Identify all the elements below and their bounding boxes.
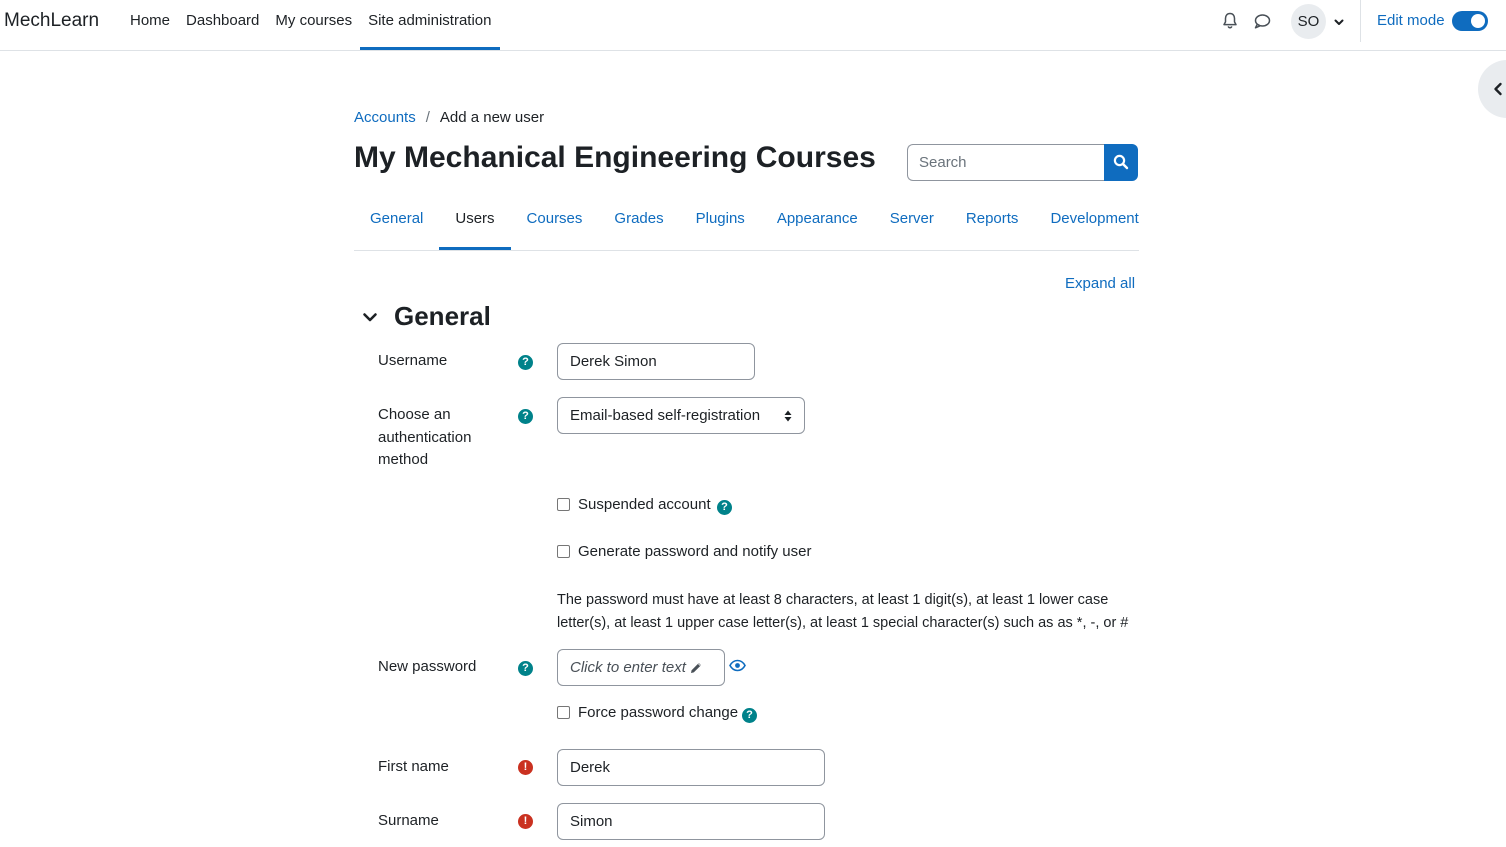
primary-navigation: Home Dashboard My courses Site administr… (122, 0, 500, 50)
edit-mode-label[interactable]: Edit mode (1377, 12, 1445, 29)
page-title: My Mechanical Engineering Courses (354, 141, 876, 174)
pencil-icon (691, 663, 701, 673)
auth-method-select[interactable]: Email-based self-registration (557, 397, 805, 434)
question-circle-icon[interactable]: ? (742, 708, 757, 723)
surname-label: Surname (378, 812, 439, 829)
admin-tabs: General Users Courses Grades Plugins App… (354, 188, 1139, 251)
site-brand[interactable]: MechLearn (4, 10, 99, 32)
question-circle-icon[interactable]: ? (518, 661, 533, 676)
tab-reports[interactable]: Reports (950, 188, 1035, 250)
sort-arrows-icon (784, 410, 792, 422)
block-drawer-toggle[interactable] (1478, 60, 1506, 118)
section-title[interactable]: General (394, 301, 491, 332)
force-password-change-label[interactable]: Force password change (578, 704, 738, 721)
breadcrumb: Accounts / Add a new user (354, 109, 544, 126)
breadcrumb-accounts[interactable]: Accounts (354, 109, 416, 126)
tab-plugins[interactable]: Plugins (680, 188, 761, 250)
bell-icon[interactable] (1220, 11, 1240, 31)
expand-all-link[interactable]: Expand all (1065, 275, 1135, 292)
toggle-knob (1471, 14, 1485, 28)
auth-method-label: Choose an authentication method (378, 406, 472, 468)
suspended-account-label[interactable]: Suspended account (578, 496, 711, 513)
force-password-change-row: Force password change (557, 704, 738, 721)
new-password-placeholder: Click to enter text (570, 659, 686, 676)
generate-password-checkbox[interactable] (557, 545, 570, 558)
search-input[interactable] (907, 144, 1105, 181)
chevron-down-icon[interactable] (362, 311, 378, 329)
breadcrumb-current: Add a new user (439, 109, 545, 126)
generate-password-label[interactable]: Generate password and notify user (578, 543, 811, 560)
force-password-change-checkbox[interactable] (557, 706, 570, 719)
top-navbar: MechLearn Home Dashboard My courses Site… (0, 0, 1506, 51)
exclamation-circle-icon: ! (518, 814, 533, 829)
tab-courses[interactable]: Courses (511, 188, 599, 250)
search-button[interactable] (1104, 144, 1138, 181)
tab-development[interactable]: Development (1034, 188, 1154, 250)
tab-server[interactable]: Server (874, 188, 950, 250)
nav-site-administration[interactable]: Site administration (360, 0, 500, 50)
question-circle-icon[interactable]: ? (717, 500, 732, 515)
surname-field[interactable] (557, 803, 825, 840)
tab-appearance[interactable]: Appearance (761, 188, 874, 250)
user-avatar[interactable]: SO (1291, 4, 1326, 39)
auth-method-selected: Email-based self-registration (570, 407, 761, 424)
navbar-divider (1360, 0, 1361, 42)
chevron-down-icon[interactable] (1333, 15, 1345, 27)
exclamation-circle-icon: ! (518, 760, 533, 775)
question-circle-icon[interactable]: ? (518, 355, 533, 370)
username-label: Username (378, 352, 448, 369)
generate-password-row: Generate password and notify user (557, 543, 811, 560)
eye-icon[interactable] (729, 659, 746, 676)
question-circle-icon[interactable]: ? (518, 409, 533, 424)
suspended-account-row: Suspended account (557, 496, 711, 513)
edit-mode-toggle[interactable] (1452, 11, 1488, 31)
chevron-left-icon (1494, 82, 1502, 96)
new-password-label: New password (378, 658, 477, 675)
tab-general[interactable]: General (354, 188, 439, 250)
new-password-field[interactable]: Click to enter text (557, 649, 725, 686)
nav-my-courses[interactable]: My courses (267, 0, 360, 50)
tab-users[interactable]: Users (439, 188, 511, 250)
password-policy-text: The password must have at least 8 charac… (557, 592, 1129, 631)
search-icon (1113, 154, 1129, 170)
suspended-account-checkbox[interactable] (557, 498, 570, 511)
breadcrumb-separator: / (425, 109, 430, 126)
first-name-label: First name (378, 758, 449, 775)
username-field[interactable] (557, 343, 755, 380)
tab-grades[interactable]: Grades (598, 188, 679, 250)
chat-bubble-icon[interactable] (1252, 11, 1272, 31)
first-name-field[interactable] (557, 749, 825, 786)
nav-dashboard[interactable]: Dashboard (178, 0, 267, 50)
nav-home[interactable]: Home (122, 0, 178, 50)
